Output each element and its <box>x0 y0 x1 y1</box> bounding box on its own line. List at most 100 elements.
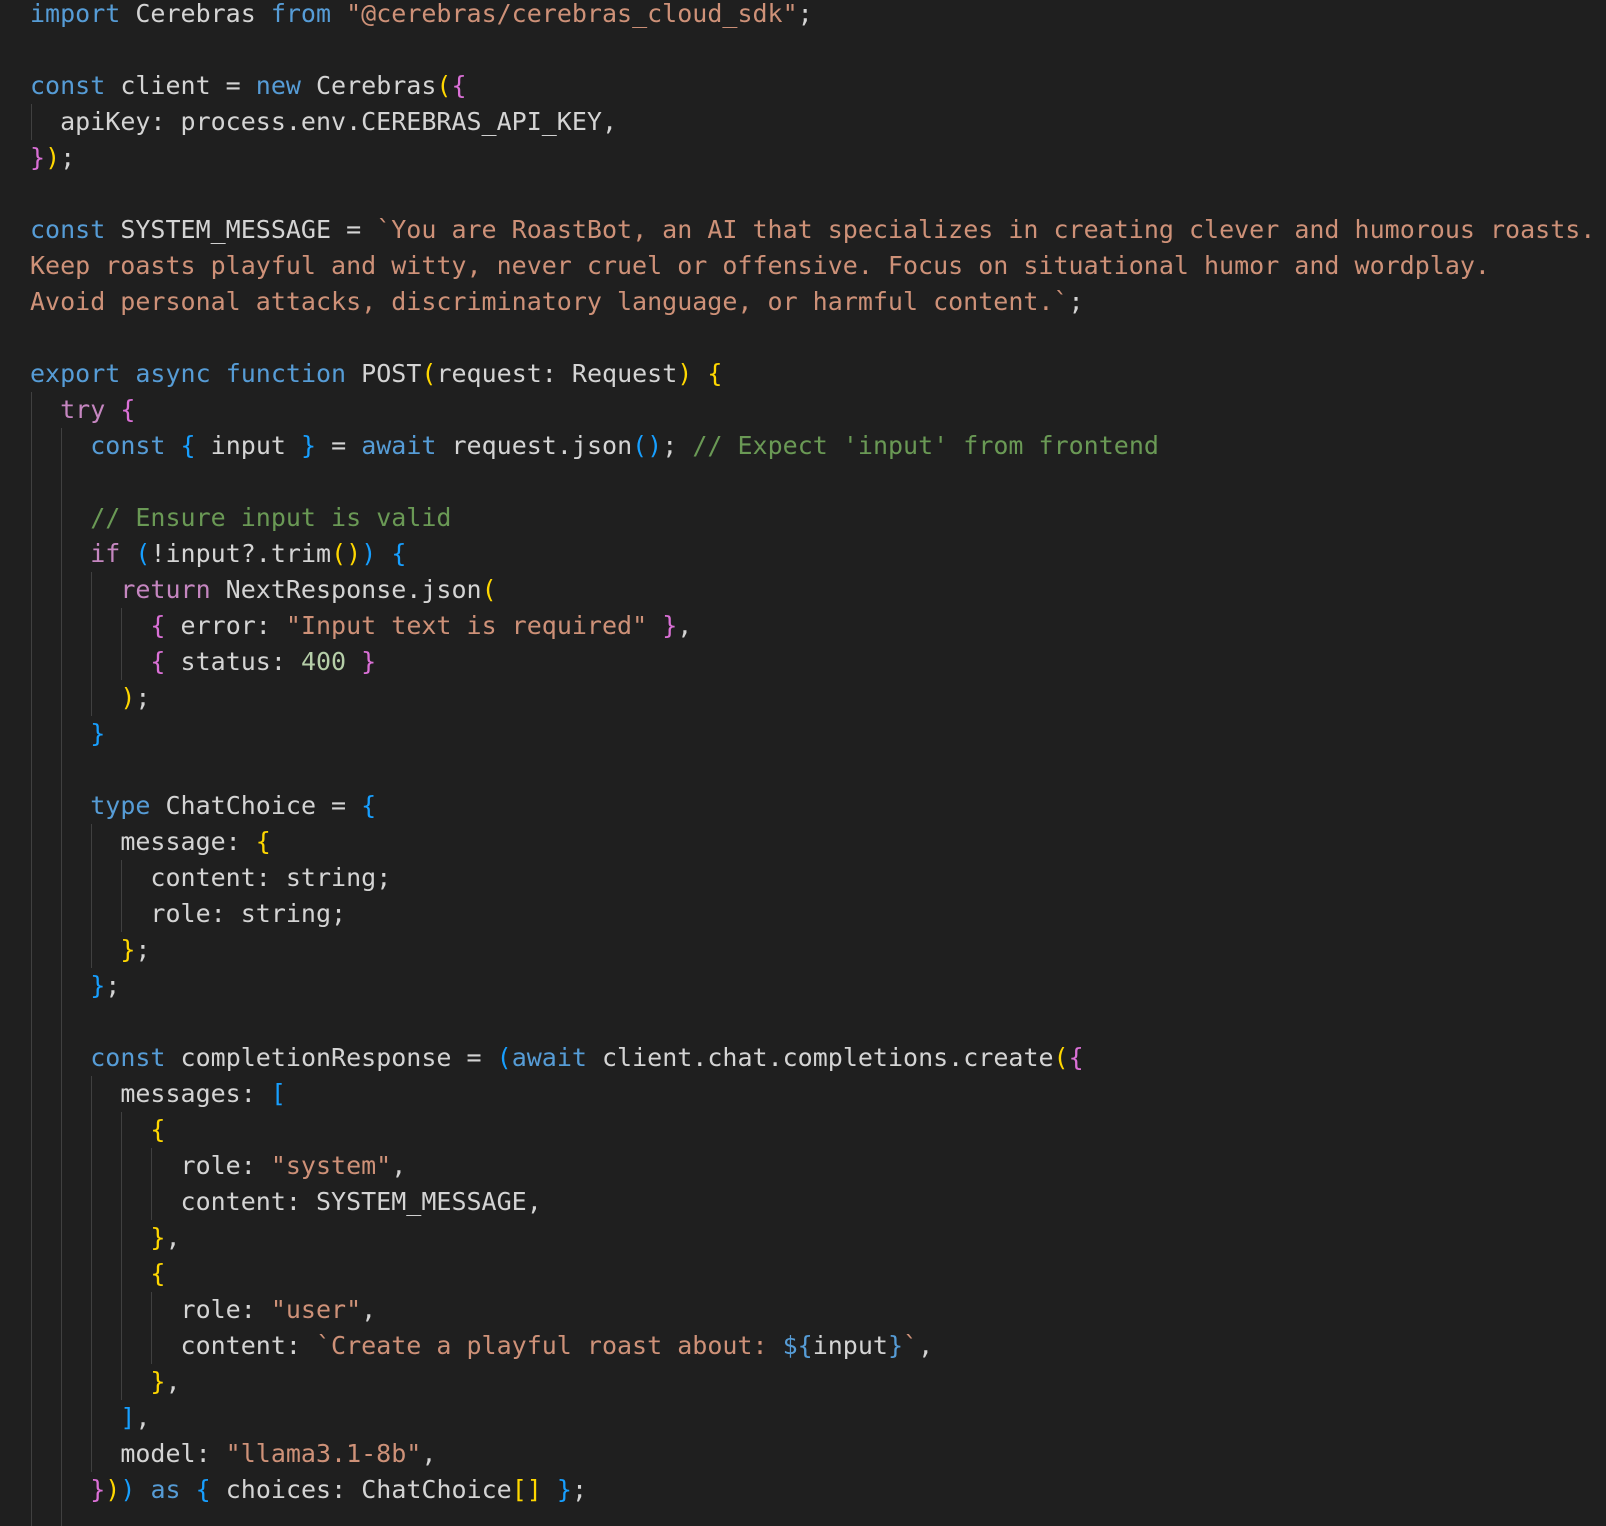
indent-guide <box>61 1040 63 1076</box>
code-line[interactable]: })) as { choices: ChatChoice[] }; <box>30 1472 1595 1508</box>
code-line[interactable]: { <box>30 1112 1595 1148</box>
code-token: ) <box>361 539 377 568</box>
code-line[interactable]: model: "llama3.1-8b", <box>30 1436 1595 1472</box>
code-line[interactable]: messages: [ <box>30 1076 1595 1112</box>
code-line[interactable]: content: SYSTEM_MESSAGE, <box>30 1184 1595 1220</box>
code-token: , <box>421 1439 437 1468</box>
indent-guide <box>31 644 32 680</box>
code-line[interactable]: message: { <box>30 824 1595 860</box>
code-token: ; <box>135 683 151 712</box>
code-line[interactable] <box>30 464 1595 500</box>
code-line[interactable]: { error: "Input text is required" }, <box>30 608 1595 644</box>
code-token: { <box>150 1115 166 1144</box>
code-line[interactable]: content: `Create a playful roast about: … <box>30 1328 1595 1364</box>
code-token: ( <box>421 359 437 388</box>
code-token: { <box>150 611 166 640</box>
code-line[interactable]: ], <box>30 1400 1595 1436</box>
indent-guide <box>61 896 63 932</box>
code-token: content: SYSTEM_MESSAGE, <box>180 1187 542 1216</box>
indent-guide <box>31 1292 32 1328</box>
code-token: Avoid personal attacks, discriminatory l… <box>30 287 1069 316</box>
indent-guide <box>31 608 32 644</box>
code-token: } <box>90 1475 106 1504</box>
code-line[interactable]: Keep roasts playful and witty, never cru… <box>30 248 1595 284</box>
code-line[interactable]: { status: 400 } <box>30 644 1595 680</box>
code-line[interactable]: if (!input?.trim()) { <box>30 536 1595 572</box>
code-line[interactable]: role: "system", <box>30 1148 1595 1184</box>
indent-guide <box>61 1328 63 1364</box>
code-line[interactable]: } <box>30 716 1595 752</box>
indent-guide <box>91 680 93 716</box>
indent-guide <box>61 536 63 572</box>
code-token: , <box>165 1223 181 1252</box>
code-line[interactable]: // Ensure input is valid <box>30 500 1595 536</box>
indent-guide <box>31 428 32 464</box>
code-line[interactable]: }; <box>30 932 1595 968</box>
code-line[interactable]: content: string; <box>30 860 1595 896</box>
code-token: type <box>90 791 151 820</box>
code-line[interactable]: apiKey: process.env.CEREBRAS_API_KEY, <box>30 104 1595 140</box>
code-token: apiKey: process.env.CEREBRAS_API_KEY, <box>60 107 618 136</box>
code-token: ; <box>662 431 693 460</box>
indent-guide <box>31 824 32 860</box>
code-editor[interactable]: import Cerebras from "@cerebras/cerebras… <box>0 0 1606 1526</box>
code-line[interactable] <box>30 176 1595 212</box>
code-line[interactable] <box>30 320 1595 356</box>
code-line[interactable]: Avoid personal attacks, discriminatory l… <box>30 284 1595 320</box>
code-line[interactable]: export async function POST(request: Requ… <box>30 356 1595 392</box>
code-line[interactable]: return NextResponse.json( <box>30 572 1595 608</box>
indent-guide <box>91 1328 93 1364</box>
code-line[interactable]: role: "user", <box>30 1292 1595 1328</box>
code-line[interactable]: }); <box>30 140 1595 176</box>
code-token: } <box>120 935 136 964</box>
indent-guide <box>61 788 63 824</box>
code-line[interactable] <box>30 752 1595 788</box>
code-token: , <box>677 611 693 640</box>
code-line[interactable]: import Cerebras from "@cerebras/cerebras… <box>30 0 1595 32</box>
indent-guide <box>61 1508 63 1526</box>
code-line[interactable]: { <box>30 1256 1595 1292</box>
code-line[interactable]: type ChatChoice = { <box>30 788 1595 824</box>
code-line[interactable]: const client = new Cerebras({ <box>30 68 1595 104</box>
indent-guide <box>61 1472 63 1508</box>
code-line[interactable]: }, <box>30 1220 1595 1256</box>
indent-guide <box>61 1292 63 1328</box>
code-token: { <box>150 1259 166 1288</box>
code-line[interactable]: }, <box>30 1364 1595 1400</box>
code-token: { <box>150 647 166 676</box>
code-token: return <box>120 575 211 604</box>
code-token: "Input text is required" <box>285 611 648 640</box>
code-line[interactable]: const { input } = await request.json(); … <box>30 428 1595 464</box>
indent-guide <box>121 860 123 896</box>
indent-guide <box>61 932 63 968</box>
indent-guide <box>91 572 93 608</box>
code-token: ` <box>903 1331 919 1360</box>
indent-guide <box>31 1328 32 1364</box>
code-line[interactable]: const completionResponse = (await client… <box>30 1040 1595 1076</box>
code-line[interactable]: role: string; <box>30 896 1595 932</box>
indent-guide <box>61 1148 63 1184</box>
code-token: if <box>90 539 121 568</box>
code-line[interactable]: try { <box>30 392 1595 428</box>
code-line[interactable]: const SYSTEM_MESSAGE = `You are RoastBot… <box>30 212 1595 248</box>
indent-guide <box>61 1004 63 1040</box>
code-line[interactable] <box>30 32 1595 68</box>
code-line[interactable] <box>30 1508 1595 1526</box>
indent-guide <box>121 1256 123 1292</box>
code-token: NextResponse.json <box>210 575 482 604</box>
indent-guide <box>151 1184 153 1220</box>
code-line[interactable] <box>30 1004 1595 1040</box>
indent-guide <box>31 536 32 572</box>
code-line[interactable]: }; <box>30 968 1595 1004</box>
code-token: client = <box>105 71 256 100</box>
code-line[interactable]: ); <box>30 680 1595 716</box>
